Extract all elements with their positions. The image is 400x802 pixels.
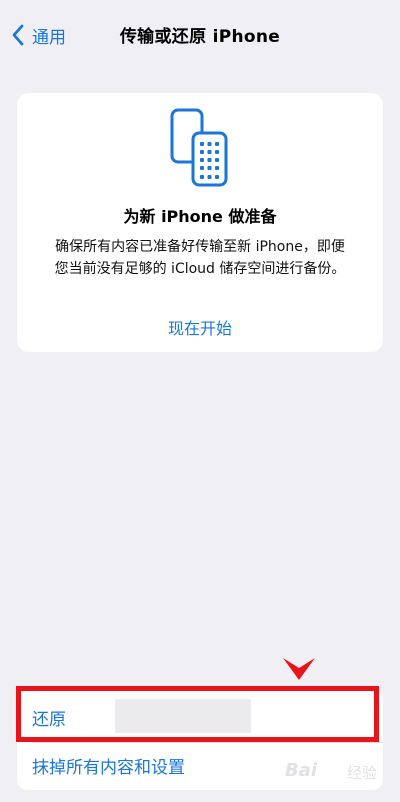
- restore-row[interactable]: 还原: [17, 690, 383, 742]
- erase-all-content-label: 抹掉所有内容和设置: [32, 758, 185, 778]
- page-title: 传输或还原 iPhone: [119, 27, 281, 47]
- navigation-bar: 通用 传输或还原 iPhone: [0, 0, 400, 70]
- annotation-arrow-icon: [283, 658, 315, 680]
- start-now-button[interactable]: 现在开始: [17, 315, 383, 339]
- card-description: 确保所有内容已准备好传输至新 iPhone，即便 您当前没有足够的 iCloud…: [29, 236, 371, 280]
- card-description-line-1: 确保所有内容已准备好传输至新 iPhone，即便: [55, 239, 345, 255]
- redacted-area: [115, 699, 251, 733]
- prepare-new-iphone-card: 为新 iPhone 做准备 确保所有内容已准备好传输至新 iPhone，即便 您…: [17, 93, 383, 352]
- reset-options-list: 还原 抹掉所有内容和设置: [17, 690, 383, 790]
- card-description-line-2: 您当前没有足够的 iCloud 储存空间进行备份。: [54, 261, 346, 277]
- phones-transfer-icon: [170, 108, 228, 187]
- erase-all-content-row[interactable]: 抹掉所有内容和设置: [17, 743, 383, 790]
- card-title: 为新 iPhone 做准备: [123, 207, 277, 226]
- restore-label: 还原: [32, 710, 66, 730]
